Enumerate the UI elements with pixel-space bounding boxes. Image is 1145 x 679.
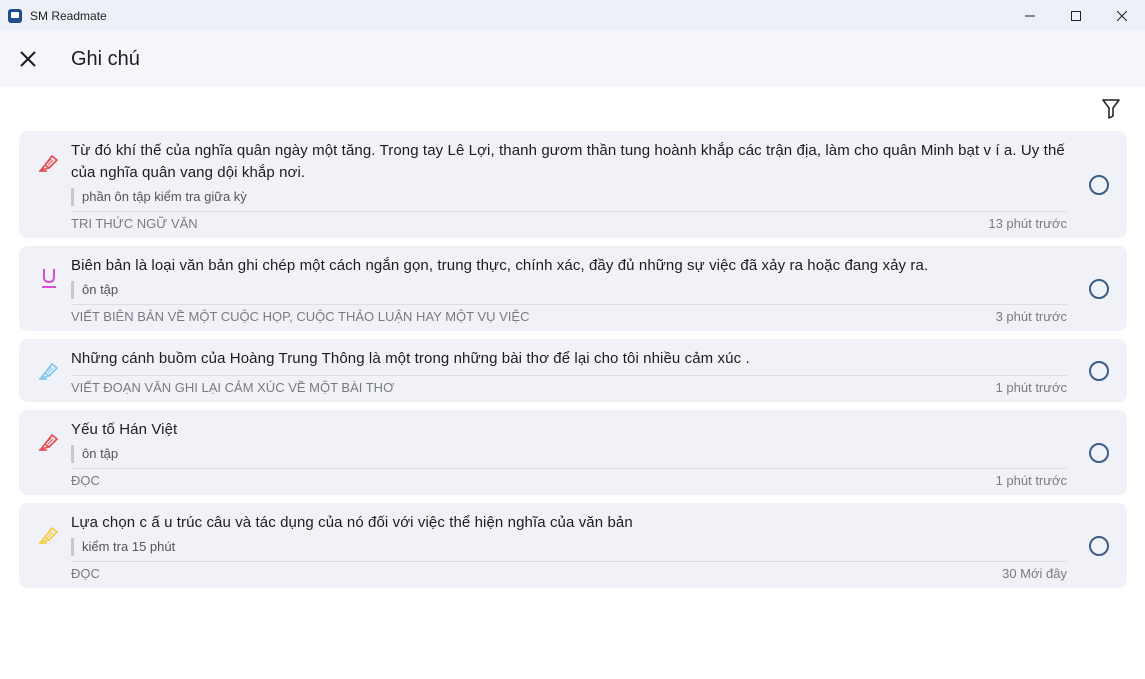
note-comment: phần ôn tập kiểm tra giữa kỳ xyxy=(71,188,1067,206)
note-chapter: VIẾT ĐOẠN VĂN GHI LẠI CẢM XÚC VỀ MỘT BÀI… xyxy=(71,380,395,395)
note-chapter: TRI THỨC NGỮ VĂN xyxy=(71,216,198,231)
filter-button[interactable] xyxy=(1099,97,1123,121)
toolbar xyxy=(0,87,1145,131)
note-footer: VIẾT BIÊN BẢN VỀ MỘT CUỘC HỌP, CUỘC THẢO… xyxy=(71,304,1067,324)
highlighter-blue-icon xyxy=(37,359,61,383)
maximize-icon xyxy=(1071,10,1081,21)
maximize-button[interactable] xyxy=(1053,0,1099,31)
note-comment: ôn tập xyxy=(71,445,1067,463)
note-time: 30 Mới đây xyxy=(1002,566,1067,581)
note-footer: VIẾT ĐOẠN VĂN GHI LẠI CẢM XÚC VỀ MỘT BÀI… xyxy=(71,375,1067,395)
close-icon xyxy=(1117,10,1127,21)
note-chapter: ĐỌC xyxy=(71,473,100,488)
note-footer: ĐỌC 30 Mới đây xyxy=(71,561,1067,581)
window-controls xyxy=(1007,0,1145,31)
note-card[interactable]: Từ đó khí thế của nghĩa quân ngày một tă… xyxy=(19,131,1127,238)
select-radio[interactable] xyxy=(1089,442,1109,463)
minimize-button[interactable] xyxy=(1007,0,1053,31)
note-card[interactable]: Lựa chọn c ấ u trúc câu và tác dụng của … xyxy=(19,503,1127,588)
close-icon xyxy=(20,51,36,67)
note-comment: ôn tập xyxy=(71,281,1067,299)
note-card[interactable]: Những cánh buồm của Hoàng Trung Thông là… xyxy=(19,339,1127,402)
note-card[interactable]: Biên bản là loại văn bản ghi chép một cá… xyxy=(19,246,1127,331)
notes-list: Từ đó khí thế của nghĩa quân ngày một tă… xyxy=(0,131,1145,588)
note-chapter: VIẾT BIÊN BẢN VỀ MỘT CUỘC HỌP, CUỘC THẢO… xyxy=(71,309,530,324)
note-comment: kiểm tra 15 phút xyxy=(71,538,1067,556)
minimize-icon xyxy=(1025,15,1035,16)
title-bar: SM Readmate xyxy=(0,0,1145,31)
app-icon xyxy=(8,8,22,23)
close-window-button[interactable] xyxy=(1099,0,1145,31)
note-time: 13 phút trước xyxy=(988,216,1067,231)
select-radio[interactable] xyxy=(1089,278,1109,299)
note-card[interactable]: Yếu tố Hán Việt ôn tập ĐỌC 1 phút trước xyxy=(19,410,1127,495)
highlighter-red-icon xyxy=(37,430,61,454)
note-highlight-text: Lựa chọn c ấ u trúc câu và tác dụng của … xyxy=(71,514,633,531)
select-radio[interactable] xyxy=(1089,535,1109,556)
close-button[interactable] xyxy=(0,31,56,87)
underline-icon xyxy=(37,266,61,290)
note-highlight-text: Từ đó khí thế của nghĩa quân ngày một tă… xyxy=(71,142,1065,181)
note-time: 1 phút trước xyxy=(995,473,1067,488)
note-highlight-text: Yếu tố Hán Việt xyxy=(71,421,178,438)
note-time: 3 phút trước xyxy=(995,309,1067,324)
highlighter-yellow-icon xyxy=(37,523,61,547)
note-chapter: ĐỌC xyxy=(71,566,100,581)
highlighter-red-icon xyxy=(37,151,61,175)
note-highlight-text: Những cánh buồm của Hoàng Trung Thông là… xyxy=(71,350,750,367)
page-header: Ghi chú xyxy=(0,31,1145,87)
note-footer: TRI THỨC NGỮ VĂN 13 phút trước xyxy=(71,211,1067,231)
select-radio[interactable] xyxy=(1089,174,1109,195)
window-title: SM Readmate xyxy=(30,8,107,23)
note-time: 1 phút trước xyxy=(995,380,1067,395)
filter-icon xyxy=(1102,99,1120,119)
note-footer: ĐỌC 1 phút trước xyxy=(71,468,1067,488)
page-title: Ghi chú xyxy=(71,47,140,70)
select-radio[interactable] xyxy=(1089,360,1109,381)
note-highlight-text: Biên bản là loại văn bản ghi chép một cá… xyxy=(71,257,929,274)
